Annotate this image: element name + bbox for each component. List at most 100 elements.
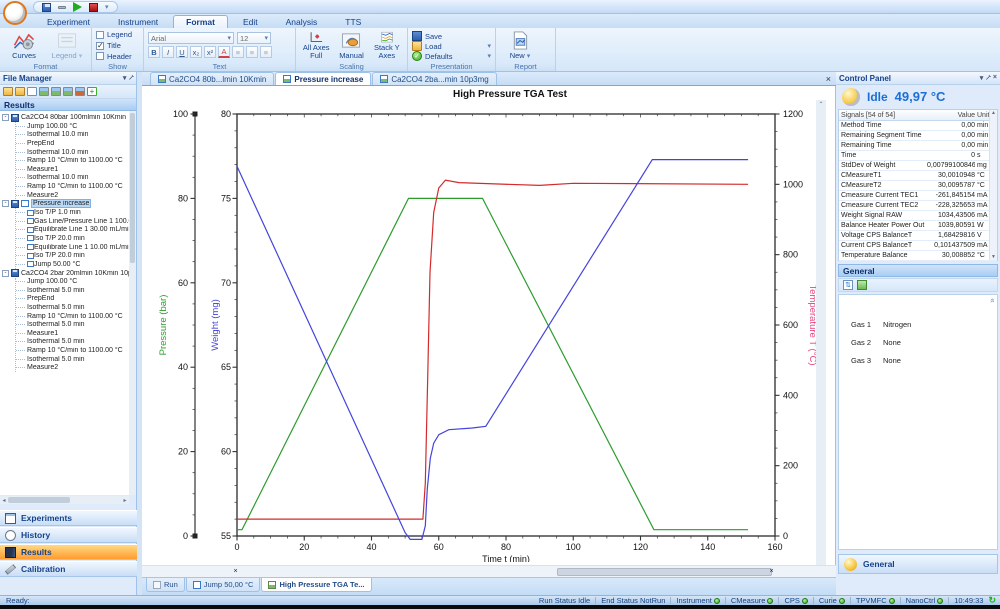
tree-item[interactable]: Iso T/P 20.0 min (16, 234, 129, 243)
tree-item[interactable]: Measure2 (16, 191, 129, 200)
nav-button-calibration[interactable]: Calibration (0, 561, 137, 577)
scroll-right-icon[interactable]: ▸ (121, 497, 129, 504)
export-table-icon[interactable] (857, 280, 867, 290)
tree-item[interactable]: PrepEnd (16, 139, 129, 148)
document-tab-ca2co4-2ba-min-10p3mg[interactable]: Ca2CO4 2ba...min 10p3mg (372, 72, 496, 85)
quick-access-dropdown-icon[interactable]: ▾ (105, 3, 109, 11)
signals-row-current-cps-balancet[interactable]: Current CPS BalanceT0,101437509mA (839, 241, 997, 251)
chart-vertical-scrollbar[interactable]: ⌃ ⌄ (816, 100, 826, 579)
ribbon-tab-edit[interactable]: Edit (230, 15, 271, 28)
align-left-button[interactable]: ≡ (232, 46, 244, 58)
ribbon-tab-tts[interactable]: TTS (332, 15, 374, 28)
chart-horizontal-scrollbar[interactable]: × × (142, 565, 836, 577)
stop-icon[interactable] (89, 3, 98, 12)
signals-row-cmeasure-current-tec1[interactable]: Cmeasure Current TEC1-261,845154mA (839, 191, 997, 201)
tree-horizontal-scrollbar[interactable]: ◂ ▸ (0, 496, 129, 504)
export-data-icon[interactable] (75, 87, 85, 96)
tree-scrollbar-thumb[interactable] (130, 113, 135, 263)
sub-tab-high-pressure-tga-te[interactable]: High Pressure TGA Te... (261, 578, 371, 592)
tree-node-ca2co4-2bar-20mlmin-10kmin-1[interactable]: -Ca2CO4 2bar 20mlmin 10Kmin 10p3mg (2, 269, 129, 278)
scroll-down-icon[interactable]: ▼ (990, 254, 997, 260)
nav-button-history[interactable]: History (0, 527, 137, 543)
signals-row-balance-heater-power-out[interactable]: Balance Heater Power Out1039,80591W (839, 221, 997, 231)
tree-item[interactable]: Ramp 10 °C/min to 1100.00 °C (16, 346, 129, 355)
signals-row-method-time[interactable]: Method Time0,00min (839, 121, 997, 131)
document-tab-ca2co4-80b-lmin-10kmin[interactable]: Ca2CO4 80b...lmin 10Kmin (150, 72, 274, 85)
expand-toggle-icon[interactable]: - (2, 270, 9, 277)
tree-item[interactable]: Isothermal 5.0 min (16, 303, 129, 312)
export-image-icon[interactable] (39, 87, 49, 96)
presentation-defaults-button[interactable]: ✓ Defaults ▾ (412, 51, 491, 61)
new-file-icon[interactable] (27, 87, 37, 96)
axis-right-handle[interactable]: × (768, 568, 775, 575)
tree-item[interactable]: Isothermal 5.0 min (16, 355, 129, 364)
pin-icon[interactable]: ⊺ (984, 74, 992, 82)
copy-image-icon[interactable] (51, 87, 61, 96)
ribbon-tab-analysis[interactable]: Analysis (273, 15, 331, 28)
title-checkbox-row[interactable]: Title (96, 41, 139, 51)
dropdown-icon[interactable]: ▾ (123, 74, 127, 82)
dropdown-icon[interactable]: ▾ (980, 74, 984, 82)
font-size-select[interactable]: 12▾ (237, 32, 271, 44)
axis-left-handle[interactable]: × (232, 568, 239, 575)
expand-toggle-icon[interactable]: - (2, 114, 9, 121)
signals-row-weight-signal-raw[interactable]: Weight Signal RAW1034,43506mA (839, 211, 997, 221)
legend-button[interactable]: Legend ▾ (47, 30, 87, 61)
document-close-icon[interactable]: × (826, 74, 831, 84)
tree-item[interactable]: Equilibrate Line 1 10.00 mL/min 1.2 (16, 243, 129, 252)
signals-row-cmeasuret1[interactable]: CMeasureT130,0010948°C (839, 171, 997, 181)
font-color-button[interactable]: A (218, 46, 230, 58)
stack-y-axes-button[interactable]: Stack Y Axes (371, 30, 403, 61)
tree-item[interactable]: Isothermal 10.0 min (16, 148, 129, 157)
run-icon[interactable] (73, 2, 82, 12)
legend-checkbox[interactable] (96, 31, 104, 39)
signals-row-time[interactable]: Time0s (839, 151, 997, 161)
document-tab-pressure-increase[interactable]: Pressure increase (275, 72, 371, 85)
tree-item[interactable]: PrepEnd (16, 295, 129, 304)
tree-item[interactable]: Isothermal 10.0 min (16, 174, 129, 183)
title-checkbox[interactable] (96, 42, 104, 50)
curves-button[interactable]: Curves (4, 30, 44, 61)
ribbon-tab-experiment[interactable]: Experiment (34, 15, 103, 28)
signals-row-stddev-of-weight[interactable]: StdDev of Weight0,00799100846mg (839, 161, 997, 171)
ribbon-tab-instrument[interactable]: Instrument (105, 15, 171, 28)
load-dropdown-icon[interactable]: ▾ (487, 42, 491, 50)
general-bottom-button[interactable]: General (838, 554, 998, 574)
subscript-button[interactable]: x₂ (190, 46, 202, 58)
chart-hscrollbar-thumb[interactable] (557, 568, 772, 576)
signals-row-temperature-balance[interactable]: Temperature Balance30,008852°C (839, 251, 997, 261)
save-icon[interactable] (42, 3, 51, 12)
open-recent-folder-icon[interactable] (15, 87, 25, 96)
tree-item[interactable]: Ramp 10 °C/min to 1100.00 °C (16, 312, 129, 321)
tree-node-pressure-increase[interactable]: -Pressure increase (2, 199, 129, 208)
underline-button[interactable]: U (176, 46, 188, 58)
bold-button[interactable]: B (148, 46, 160, 58)
superscript-button[interactable]: x² (204, 46, 216, 58)
tree-item[interactable]: Iso T/P 20.0 min (16, 251, 129, 260)
legend-checkbox-row[interactable]: Legend (96, 30, 139, 40)
signals-row-remaining-time[interactable]: Remaining Time0,00min (839, 141, 997, 151)
tree-item[interactable]: Jump 100.00 °C (16, 122, 129, 131)
tree-item[interactable]: Equilibrate Line 1 30.00 mL/min 80 (16, 226, 129, 235)
print-image-icon[interactable] (63, 87, 73, 96)
tga-chart[interactable]: 020406080100120140160Time t (min)0204060… (142, 102, 826, 562)
presentation-load-button[interactable]: Load ▾ (412, 41, 491, 51)
tree-item[interactable]: Ramp 10 °C/min to 1100.00 °C (16, 182, 129, 191)
tree-item[interactable]: Jump 100.00 °C (16, 278, 129, 287)
tree-item[interactable]: Isothermal 5.0 min (16, 320, 129, 329)
header-checkbox-row[interactable]: Header (96, 51, 139, 61)
signals-scrollbar[interactable]: ▲ ▼ (989, 110, 997, 260)
pause-icon[interactable] (58, 6, 66, 9)
app-logo[interactable] (3, 1, 27, 25)
signals-table-header[interactable]: Signals [54 of 54] Value Units (839, 110, 997, 121)
general-section-header[interactable]: General (838, 264, 998, 277)
add-item-icon[interactable]: + (87, 87, 97, 96)
manual-scaling-button[interactable]: Manual (335, 30, 367, 61)
font-family-select[interactable]: Arial▾ (148, 32, 234, 44)
sub-tab-run[interactable]: Run (146, 578, 185, 592)
scroll-up-icon[interactable]: ⌃ (816, 101, 826, 108)
scroll-up-icon[interactable]: ▲ (990, 110, 997, 116)
new-report-button[interactable]: New ▾ (500, 30, 540, 61)
close-icon[interactable]: × (993, 74, 997, 82)
plot-area[interactable] (237, 114, 775, 536)
